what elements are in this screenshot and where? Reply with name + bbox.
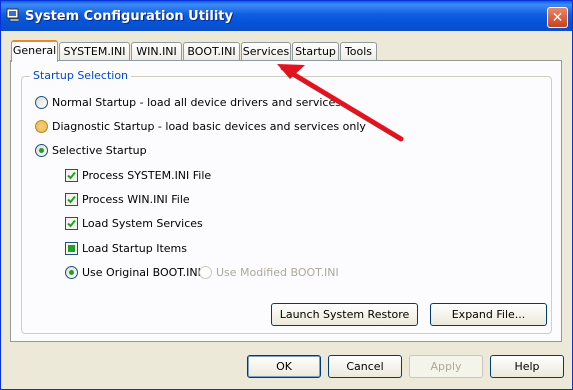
normal-startup-radio[interactable] — [35, 96, 48, 109]
apply-button[interactable]: Apply — [409, 355, 483, 378]
startup-selection-group: Startup Selection Normal Startup - load … — [21, 69, 552, 334]
tab-services[interactable]: Services — [241, 42, 291, 61]
use-original-boot-ini-radio[interactable] — [65, 266, 78, 279]
tab-boot-ini[interactable]: BOOT.INI — [183, 42, 240, 61]
checkmark-icon — [67, 219, 76, 228]
launch-system-restore-button[interactable]: Launch System Restore — [271, 303, 418, 326]
close-icon: ✕ — [551, 9, 564, 26]
tab-system-ini[interactable]: SYSTEM.INI — [59, 42, 130, 61]
tab-startup[interactable]: Startup — [292, 42, 339, 61]
load-startup-items-checkbox[interactable] — [65, 242, 78, 255]
selective-startup-label: Selective Startup — [52, 144, 147, 157]
system-configuration-window: System Configuration Utility ✕ General S… — [0, 0, 573, 390]
cancel-button[interactable]: Cancel — [328, 355, 402, 378]
diagnostic-startup-option[interactable]: Diagnostic Startup - load basic devices … — [35, 120, 366, 133]
tab-win-ini[interactable]: WIN.INI — [131, 42, 182, 61]
use-modified-boot-ini-label: Use Modified BOOT.INI — [216, 266, 339, 279]
checkmark-icon — [67, 171, 76, 180]
load-startup-items-option[interactable]: Load Startup Items — [65, 242, 187, 255]
tab-general[interactable]: General — [11, 40, 58, 62]
load-system-services-label: Load System Services — [82, 217, 203, 230]
close-button[interactable]: ✕ — [547, 7, 568, 28]
use-modified-boot-ini-option[interactable]: Use Modified BOOT.INI — [199, 266, 339, 279]
title-bar[interactable]: System Configuration Utility ✕ — [1, 1, 572, 31]
checkmark-icon — [67, 195, 76, 204]
app-icon — [6, 8, 20, 22]
diagnostic-startup-radio[interactable] — [35, 120, 48, 133]
process-system-ini-label: Process SYSTEM.INI File — [82, 169, 212, 182]
help-button[interactable]: Help — [490, 355, 564, 378]
window-title: System Configuration Utility — [25, 9, 233, 24]
load-startup-items-label: Load Startup Items — [82, 242, 187, 255]
load-system-services-checkbox[interactable] — [65, 217, 78, 230]
diagnostic-startup-label: Diagnostic Startup - load basic devices … — [52, 120, 366, 133]
use-original-boot-ini-label: Use Original BOOT.INI — [82, 266, 201, 279]
selective-startup-option[interactable]: Selective Startup — [35, 144, 147, 157]
startup-selection-label: Startup Selection — [30, 69, 132, 82]
normal-startup-option[interactable]: Normal Startup - load all device drivers… — [35, 96, 341, 109]
tab-tools[interactable]: Tools — [340, 42, 377, 61]
expand-file-button[interactable]: Expand File... — [430, 303, 547, 326]
process-win-ini-label: Process WIN.INI File — [82, 193, 190, 206]
selective-startup-radio[interactable] — [35, 144, 48, 157]
ok-button[interactable]: OK — [247, 355, 321, 378]
process-win-ini-option[interactable]: Process WIN.INI File — [65, 193, 190, 206]
general-tab-panel: Startup Selection Normal Startup - load … — [10, 60, 562, 342]
process-system-ini-option[interactable]: Process SYSTEM.INI File — [65, 169, 211, 182]
process-win-ini-checkbox[interactable] — [65, 193, 78, 206]
load-system-services-option[interactable]: Load System Services — [65, 217, 203, 230]
process-system-ini-checkbox[interactable] — [65, 169, 78, 182]
use-modified-boot-ini-radio[interactable] — [199, 266, 212, 279]
normal-startup-label: Normal Startup - load all device drivers… — [52, 96, 341, 109]
use-original-boot-ini-option[interactable]: Use Original BOOT.INI — [65, 266, 201, 279]
